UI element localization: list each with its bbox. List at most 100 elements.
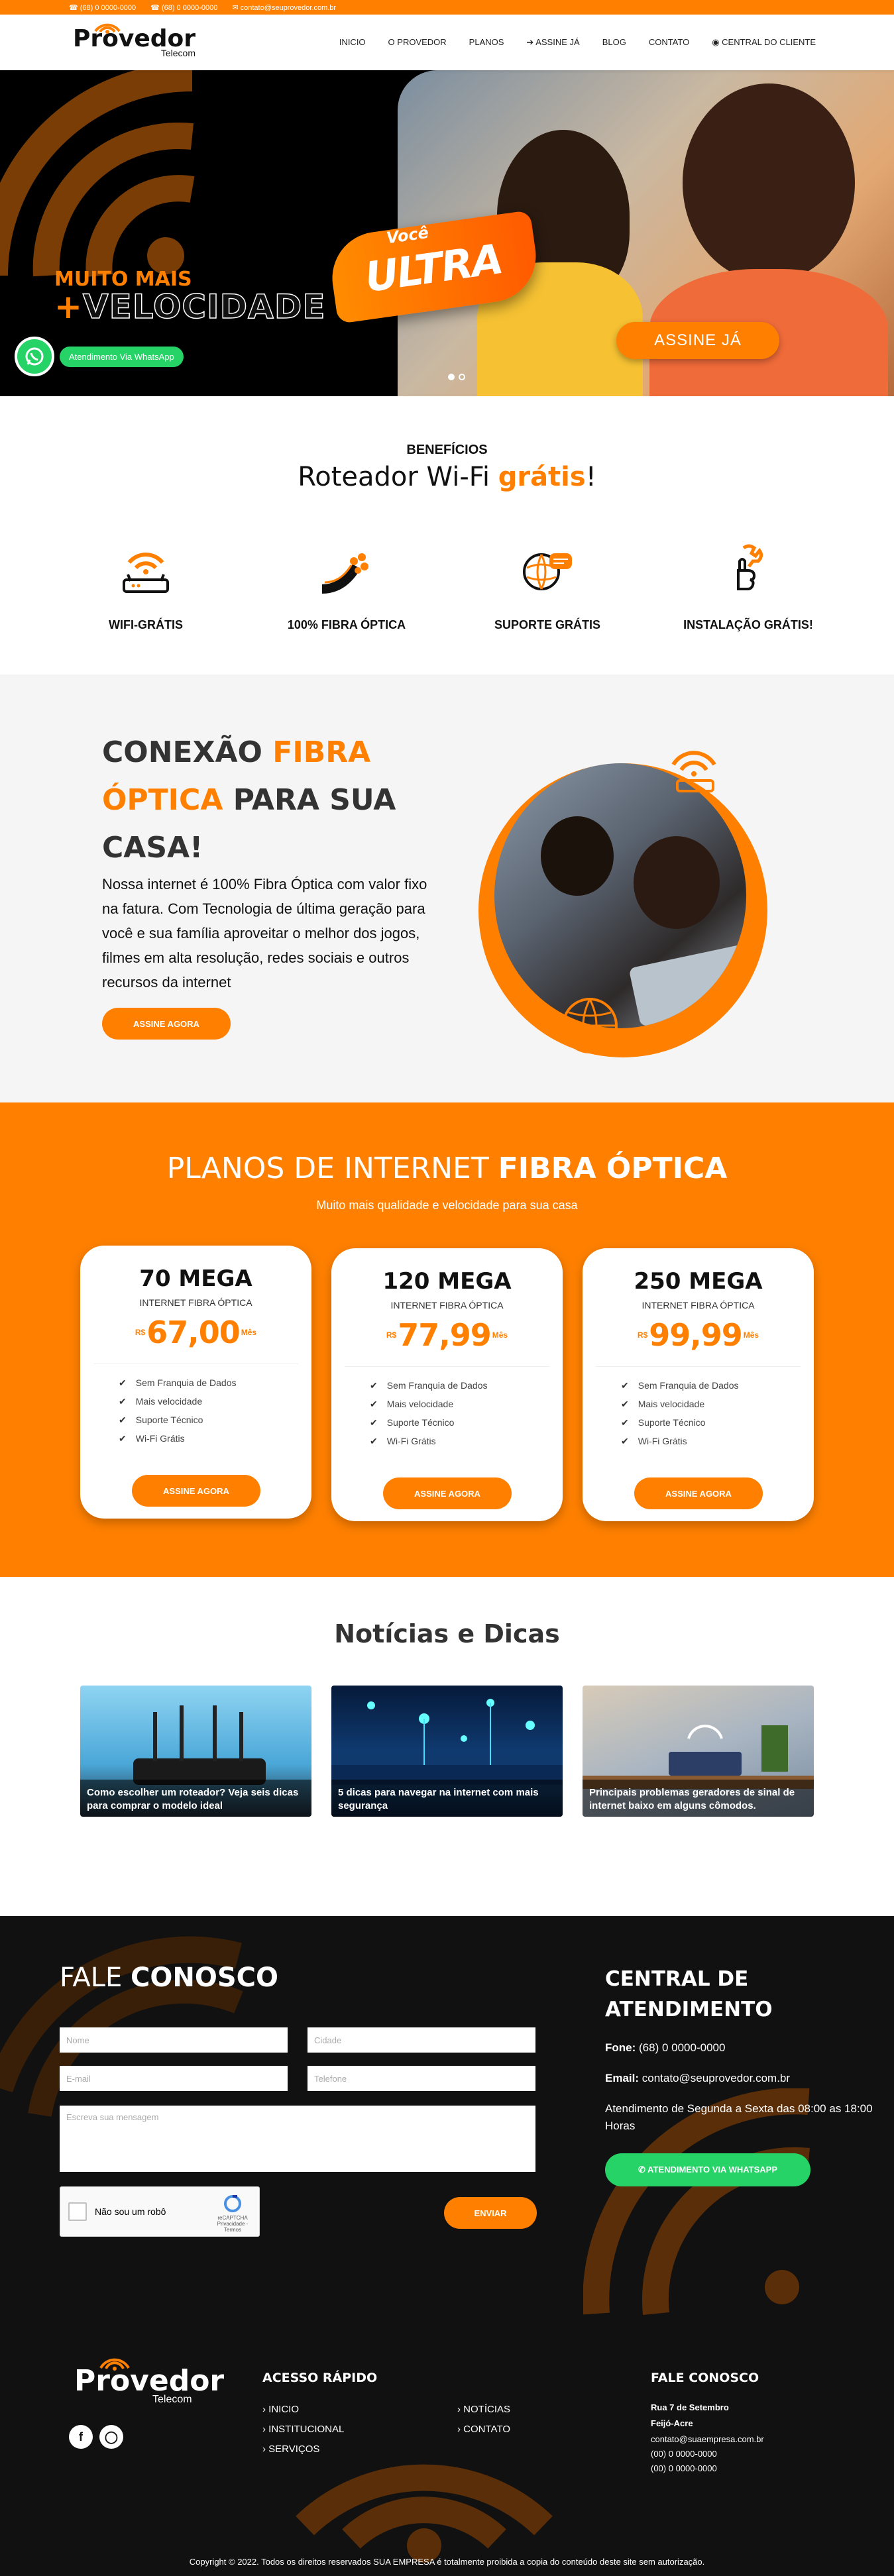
check-icon: ✔ bbox=[370, 1380, 378, 1391]
news-card[interactable]: Principais problemas geradores de sinal … bbox=[583, 1686, 814, 1817]
phone-input[interactable] bbox=[307, 2066, 535, 2091]
check-icon: ✔ bbox=[370, 1417, 378, 1428]
name-input[interactable] bbox=[60, 2027, 288, 2053]
footer-link-institucional[interactable]: › INSTITUCIONAL bbox=[262, 2424, 344, 2435]
city-input[interactable] bbox=[307, 2027, 535, 2053]
check-icon: ✔ bbox=[621, 1399, 629, 1409]
send-button[interactable]: ENVIAR bbox=[444, 2197, 537, 2229]
benefit-support: SUPORTE GRÁTIS bbox=[447, 541, 648, 632]
list-item: ✔ Mais velocidade bbox=[119, 1392, 311, 1411]
captcha-checkbox[interactable] bbox=[68, 2202, 87, 2221]
connection-text: Nossa internet é 100% Fibra Óptica com v… bbox=[102, 876, 427, 991]
plan-type: INTERNET FIBRA ÓPTICA bbox=[642, 1300, 755, 1311]
benefit-fiber: 100% FIBRA ÓPTICA bbox=[247, 541, 447, 632]
support-phone: Fone: (68) 0 0000-0000 bbox=[605, 2041, 726, 2054]
list-item: ✔ Wi-Fi Grátis bbox=[119, 1429, 311, 1448]
footer-email[interactable]: contato@suaempresa.com.br bbox=[651, 2433, 764, 2446]
fiber-connection-section: CONEXÃO FIBRA ÓPTICA PARA SUA CASA! Noss… bbox=[0, 674, 894, 1102]
footer-link-inicio[interactable]: › INICIO bbox=[262, 2404, 299, 2415]
check-icon: ✔ bbox=[119, 1415, 127, 1425]
wifi-router-decor-icon bbox=[671, 751, 716, 792]
news-card[interactable]: 5 dicas para navegar na internet com mai… bbox=[331, 1686, 563, 1817]
benefits-title: Roteador Wi-Fi grátis! bbox=[298, 462, 596, 492]
plans-section: PLANOS DE INTERNET FIBRA ÓPTICA Muito ma… bbox=[0, 1102, 894, 1577]
top-phone-1[interactable]: ☎ (68) 0 0000-0000 bbox=[69, 3, 136, 12]
facebook-icon[interactable]: f bbox=[69, 2425, 93, 2449]
whatsapp-label[interactable]: Atendimento Via WhatsApp bbox=[60, 346, 184, 367]
slider-dots bbox=[448, 374, 465, 380]
list-item: ✔ Sem Franquia de Dados bbox=[621, 1376, 814, 1395]
site-footer: Provedor Telecom f ◯ ACESSO RÁPIDO › INI… bbox=[0, 2327, 894, 2576]
list-item: ✔ Suporte Técnico bbox=[370, 1413, 563, 1432]
check-icon: ✔ bbox=[621, 1417, 629, 1428]
footer-link-servicos[interactable]: › SERVIÇOS bbox=[262, 2443, 319, 2455]
plan-type: INTERNET FIBRA ÓPTICA bbox=[390, 1300, 504, 1311]
nav-central-do-cliente[interactable]: ◉ CENTRAL DO CLIENTE bbox=[712, 37, 816, 48]
nav-planos[interactable]: PLANOS bbox=[469, 37, 504, 48]
slider-dot-1[interactable] bbox=[448, 374, 455, 380]
top-phone-2[interactable]: ☎ (68) 0 0000-0000 bbox=[150, 3, 217, 12]
check-icon: ✔ bbox=[119, 1396, 127, 1407]
user-circle-icon: ◉ bbox=[712, 37, 722, 47]
nav-blog[interactable]: BLOG bbox=[602, 37, 626, 48]
connection-title: CONEXÃO FIBRA ÓPTICA PARA SUA CASA! bbox=[102, 735, 396, 865]
email-input[interactable] bbox=[60, 2066, 288, 2091]
list-item: ✔ Suporte Técnico bbox=[621, 1413, 814, 1432]
whatsapp-float[interactable]: Atendimento Via WhatsApp bbox=[15, 337, 184, 376]
copyright: Copyright © 2022. Todos os direitos rese… bbox=[189, 2556, 705, 2567]
support-title: CENTRAL DE ATENDIMENTO bbox=[605, 1967, 773, 2021]
footer-phone-1: (00) 0 0000-0000 bbox=[651, 2449, 717, 2459]
footer-link-noticias[interactable]: › NOTÍCIAS bbox=[457, 2404, 510, 2415]
arrow-right-icon: ➔ bbox=[526, 37, 536, 47]
hero-subscribe-button[interactable]: ASSINE JÁ bbox=[616, 322, 779, 359]
news-card-title[interactable]: Como escolher um roteador? Veja seis dic… bbox=[80, 1780, 311, 1817]
site-header: Provedor Telecom INICIO O PROVEDOR PLANO… bbox=[0, 15, 894, 70]
nav-assine-ja[interactable]: ➔ ASSINE JÁ bbox=[526, 37, 579, 48]
news-card[interactable]: Como escolher um roteador? Veja seis dic… bbox=[80, 1686, 311, 1817]
news-section: Notícias e Dicas Como escolher um rotead… bbox=[0, 1577, 894, 1916]
plan-subscribe-button[interactable]: ASSINE AGORA bbox=[634, 1477, 763, 1509]
nav-contato[interactable]: CONTATO bbox=[649, 37, 689, 48]
slider-dot-2[interactable] bbox=[459, 374, 465, 380]
nav-inicio[interactable]: INICIO bbox=[339, 37, 366, 48]
top-bar: ☎ (68) 0 0000-0000 ☎ (68) 0 0000-0000 ✉ … bbox=[0, 0, 894, 15]
message-input[interactable] bbox=[60, 2106, 535, 2172]
plan-features: ✔ Sem Franquia de Dados ✔ Mais velocidade … bbox=[80, 1373, 311, 1448]
benefits-section: BENEFÍCIOS Roteador Wi-Fi grátis! WIFI-G… bbox=[0, 396, 894, 674]
list-item: ✔ Mais velocidade bbox=[621, 1395, 814, 1413]
news-card-title[interactable]: Principais problemas geradores de sinal … bbox=[583, 1780, 814, 1817]
check-icon: ✔ bbox=[370, 1436, 378, 1446]
benefit-install: INSTALAÇÃO GRÁTIS! bbox=[648, 541, 849, 632]
benefit-wifi: WIFI-GRÁTIS bbox=[46, 541, 247, 632]
instagram-icon[interactable]: ◯ bbox=[99, 2425, 123, 2449]
news-title: Notícias e Dicas bbox=[334, 1619, 560, 1648]
contact-section: FALE CONOSCO Não sou um robô reCAPTCHA P… bbox=[0, 1916, 894, 2327]
support-hours: Atendimento de Segunda a Sexta das 08:00… bbox=[605, 2102, 873, 2132]
plan-price: R$ 77,99 Mês bbox=[386, 1317, 508, 1353]
plan-features: ✔ Sem Franquia de Dados ✔ Mais velocidade … bbox=[583, 1376, 814, 1450]
whatsapp-support-button[interactable]: ✆ ATENDIMENTO VIA WHATSAPP bbox=[605, 2153, 810, 2186]
top-email[interactable]: ✉ contato@seuprovedor.com.br bbox=[232, 3, 336, 12]
plan-subscribe-button[interactable]: ASSINE AGORA bbox=[132, 1475, 260, 1507]
support-email: Email: contato@seuprovedor.com.br bbox=[605, 2072, 791, 2084]
connection-subscribe-button[interactable]: ASSINE AGORA bbox=[102, 1008, 231, 1040]
plan-features: ✔ Sem Franquia de Dados ✔ Mais velocidade … bbox=[331, 1376, 563, 1450]
whatsapp-icon: ✆ bbox=[638, 2165, 648, 2174]
footer-link-contato[interactable]: › CONTATO bbox=[457, 2424, 510, 2435]
news-card-title[interactable]: 5 dicas para navegar na internet com mai… bbox=[331, 1780, 563, 1817]
nav-o-provedor[interactable]: O PROVEDOR bbox=[388, 37, 447, 48]
recaptcha-widget: Não sou um robô reCAPTCHA Privacidade - … bbox=[60, 2186, 260, 2237]
list-item: ✔ Sem Franquia de Dados bbox=[119, 1373, 311, 1392]
router-icon bbox=[123, 553, 169, 593]
contact-title: FALE CONOSCO bbox=[60, 1962, 278, 1993]
list-item: ✔ Sem Franquia de Dados bbox=[370, 1376, 563, 1395]
whatsapp-icon[interactable] bbox=[15, 337, 54, 376]
list-item: ✔ Wi-Fi Grátis bbox=[370, 1432, 563, 1450]
logo[interactable]: Provedor Telecom bbox=[73, 23, 196, 58]
news-list: Como escolher um roteador? Veja seis dic… bbox=[0, 1686, 894, 1817]
hero-tagline-main: +VELOCIDADE bbox=[54, 287, 326, 327]
plan-card-250: 250 MEGA INTERNET FIBRA ÓPTICA R$ 99,99 Mê… bbox=[583, 1248, 814, 1521]
plan-subscribe-button[interactable]: ASSINE AGORA bbox=[383, 1477, 512, 1509]
plan-name: 120 MEGA bbox=[382, 1268, 512, 1295]
footer-logo[interactable]: Provedor Telecom bbox=[74, 2358, 224, 2406]
